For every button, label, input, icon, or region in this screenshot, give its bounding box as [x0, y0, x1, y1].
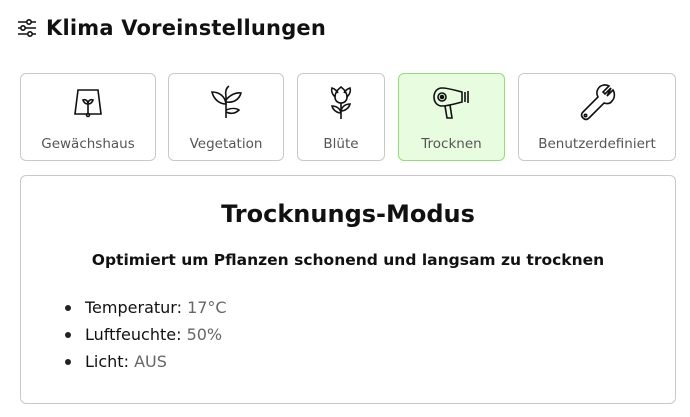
preset-vegetation[interactable]: Vegetation: [168, 73, 284, 161]
preset-label: Vegetation: [189, 136, 263, 152]
mode-details-panel: Trocknungs-Modus Optimiert um Pflanzen s…: [20, 175, 676, 404]
mode-description: Optimiert um Pflanzen schonend und langs…: [91, 251, 605, 269]
setting-value: AUS: [134, 352, 167, 371]
setting-value: 50%: [186, 325, 223, 344]
flower-icon: [330, 85, 352, 119]
greenhouse-icon: [74, 89, 102, 118]
preset-label: Trocknen: [421, 136, 482, 152]
preset-bluete[interactable]: Blüte: [297, 73, 385, 161]
preset-gewaechshaus[interactable]: Gewächshaus: [20, 73, 156, 161]
settings-list: Temperatur: 17°C Luftfeuchte: 50% Licht:…: [65, 294, 227, 375]
mode-title: Trocknungs-Modus: [221, 200, 475, 228]
plant-icon: [210, 85, 243, 118]
preset-label: Blüte: [323, 136, 359, 152]
preset-label: Gewächshaus: [41, 136, 135, 152]
setting-key: Temperatur:: [85, 298, 182, 317]
setting-value: 17°C: [187, 298, 227, 317]
list-item: Luftfeuchte: 50%: [65, 321, 227, 348]
setting-key: Luftfeuchte:: [85, 325, 182, 344]
wrench-icon: [580, 84, 616, 121]
list-item: Licht: AUS: [65, 348, 227, 375]
list-item: Temperatur: 17°C: [65, 294, 227, 321]
page-title: Klima Voreinstellungen: [46, 16, 327, 40]
preset-label: Benutzerdefiniert: [538, 136, 656, 152]
hair-dryer-icon: [432, 87, 469, 119]
setting-key: Licht:: [85, 352, 129, 371]
page-header: Klima Voreinstellungen: [16, 12, 326, 44]
preset-benutzerdefiniert[interactable]: Benutzerdefiniert: [518, 73, 676, 161]
sliders-icon: [18, 18, 36, 38]
preset-trocknen[interactable]: Trocknen: [398, 73, 505, 161]
